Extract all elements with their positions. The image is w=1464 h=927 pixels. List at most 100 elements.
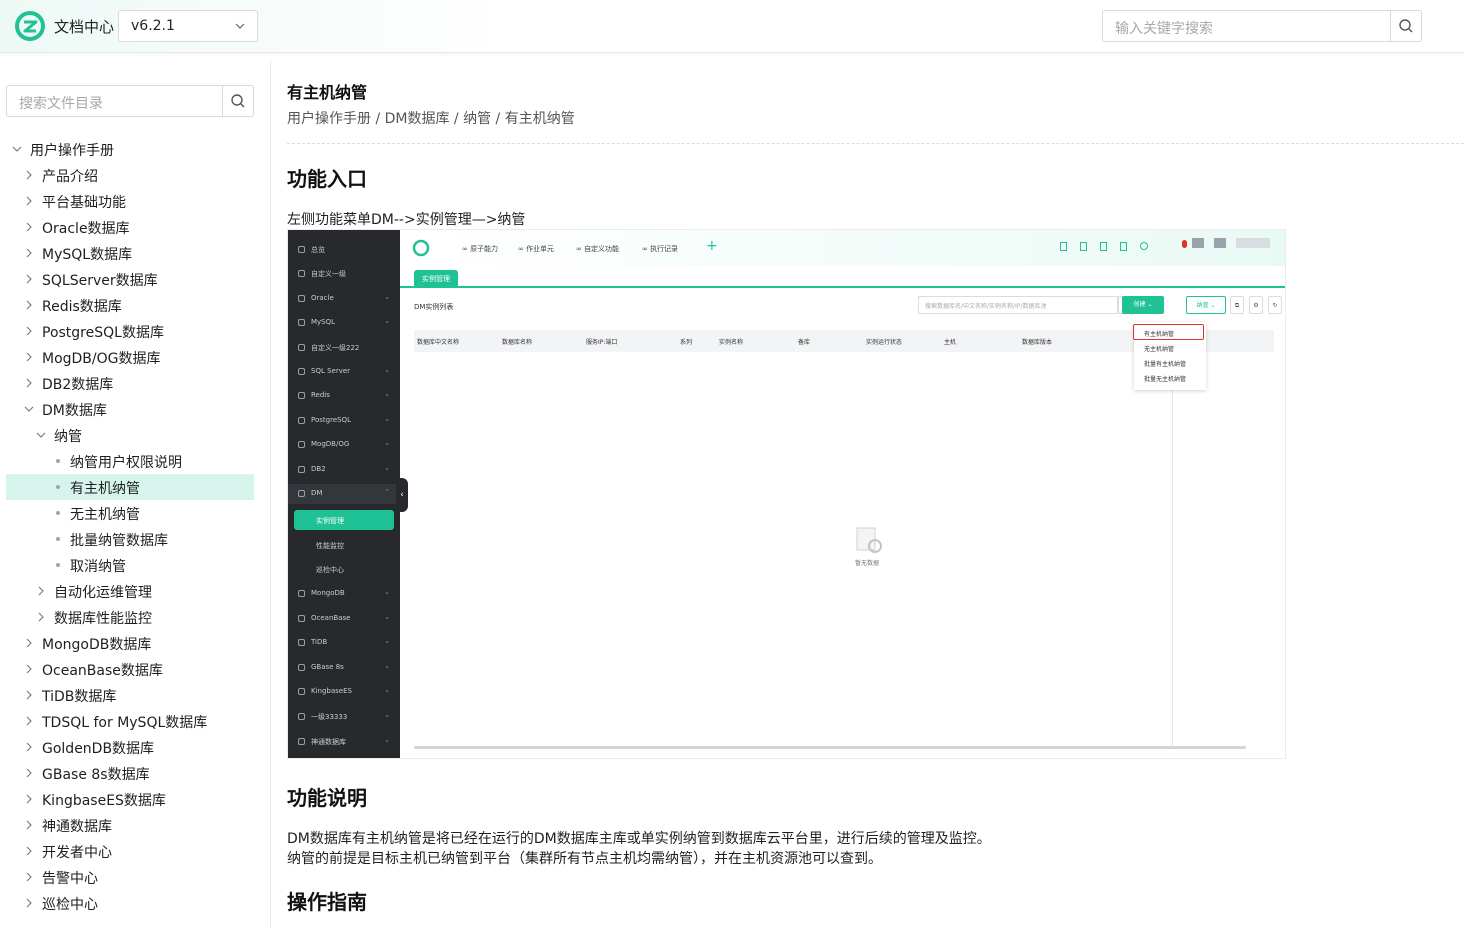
chevron-right-icon[interactable] (24, 768, 34, 778)
bullet-icon (56, 537, 60, 541)
tree-node[interactable]: PostgreSQL数据库 (6, 318, 254, 344)
shot-menu-item: SQL Server ⌄ (288, 362, 400, 382)
tree-node[interactable]: 平台基础功能 (6, 188, 254, 214)
shot-menu-item: MySQL ⌄ (288, 313, 400, 333)
chevron-right-icon[interactable] (24, 378, 34, 388)
global-search-button[interactable] (1390, 11, 1421, 41)
tree-node[interactable]: SQLServer数据库 (6, 266, 254, 292)
shot-tab-instance: 实例管理 (414, 270, 458, 288)
tree-node[interactable]: 巡检中心 (6, 890, 254, 916)
chevron-down-icon[interactable] (24, 404, 34, 414)
chevron-right-icon[interactable] (36, 586, 46, 596)
tree-node[interactable]: 产品介绍 (6, 162, 254, 188)
doc-tree: 用户操作手册 产品介绍 平台基础功能 Oracle数据库 MySQL数据库 SQLServ… (6, 136, 254, 916)
chevron-right-icon[interactable] (24, 872, 34, 882)
tree-node-label: DB2数据库 (42, 377, 114, 393)
tree-node-label: 开发者中心 (42, 845, 112, 861)
menu-icon (298, 319, 305, 327)
tree-node[interactable]: OceanBase数据库 (6, 656, 254, 682)
menu-icon (298, 663, 305, 671)
tree-node[interactable]: MongoDB数据库 (6, 630, 254, 656)
tree-node[interactable]: 神通数据库 (6, 812, 254, 838)
shot-submenu-item: 巡检中心 (294, 559, 394, 579)
embedded-screenshot: 总览 自定义一级 Oracle ⌄ MySQL ⌄ 自定义一级222 SQL Server ⌄ R… (287, 229, 1286, 759)
tree-search-button[interactable] (222, 86, 253, 116)
chevron-down-icon: ⌄ (384, 686, 390, 695)
shot-copy-icon: ⧉ (1230, 296, 1244, 314)
tree-node-label: 无主机纳管 (70, 507, 140, 523)
tree-node[interactable]: 数据库性能监控 (6, 604, 254, 630)
tree-node[interactable]: TDSQL for MySQL数据库 (6, 708, 254, 734)
tree-node[interactable]: DM数据库 (6, 396, 254, 422)
chevron-right-icon[interactable] (24, 170, 34, 180)
chevron-right-icon[interactable] (24, 898, 34, 908)
tree-node[interactable]: 纳管 (6, 422, 254, 448)
tree-node[interactable]: 开发者中心 (6, 838, 254, 864)
menu-icon (298, 688, 305, 696)
tree-node[interactable]: 有主机纳管 (6, 474, 254, 500)
global-search-input[interactable]: 输入关键字搜索 (1102, 10, 1422, 42)
shot-topbar: ∞ 原子能力 ∞ 作业单元 ∞ 自定义功能 ∞ 执行记录 + (400, 230, 1285, 266)
tree-node-label: 自动化运维管理 (54, 585, 152, 601)
chevron-right-icon[interactable] (24, 352, 34, 362)
tree-node-label: GoldenDB数据库 (42, 741, 155, 757)
shot-menu-label: PostgreSQL (311, 415, 351, 424)
chevron-right-icon[interactable] (24, 846, 34, 856)
tree-node[interactable]: Oracle数据库 (6, 214, 254, 240)
tree-node[interactable]: Redis数据库 (6, 292, 254, 318)
shot-col: 系列 (680, 339, 693, 346)
chevron-right-icon[interactable] (24, 716, 34, 726)
tree-node[interactable]: 自动化运维管理 (6, 578, 254, 604)
tree-node[interactable]: 无主机纳管 (6, 500, 254, 526)
tree-node[interactable]: GoldenDB数据库 (6, 734, 254, 760)
chevron-right-icon[interactable] (24, 664, 34, 674)
tree-node[interactable]: MySQL数据库 (6, 240, 254, 266)
tree-search-input[interactable]: 搜索文件目录 (6, 85, 254, 117)
shot-menu-label: TiDB (311, 638, 328, 647)
shot-main: DM实例列表 搜索数据库名/中文名称/实例名称/IP/数据库池 ⌕ 创建 ⌄ 纳… (400, 290, 1285, 758)
chevron-right-icon[interactable] (24, 638, 34, 648)
tree-node-label: MogDB/OG数据库 (42, 351, 161, 367)
tree-node-label: 取消纳管 (70, 559, 126, 575)
tree-node[interactable]: DB2数据库 (6, 370, 254, 396)
logo-icon[interactable] (14, 11, 46, 41)
chevron-down-icon[interactable] (36, 430, 46, 440)
brand-title[interactable]: 文档中心 (54, 16, 114, 37)
shot-menu-item: 神通数据库 ⌄ (288, 732, 400, 752)
tree-node[interactable]: 取消纳管 (6, 552, 254, 578)
tree-node[interactable]: GBase 8s数据库 (6, 760, 254, 786)
tree-node-label: MySQL数据库 (42, 247, 133, 263)
chevron-down-icon: ⌄ (384, 414, 390, 423)
shot-logo-icon (412, 239, 430, 257)
version-select[interactable]: v6.2.1 (118, 10, 258, 42)
shot-tabbar: 实例管理 (400, 266, 1285, 288)
menu-icon (298, 712, 305, 720)
tree-node-label: GBase 8s数据库 (42, 767, 150, 783)
shot-menu-item: 自定义一级 (288, 264, 400, 284)
chevron-right-icon[interactable] (24, 196, 34, 206)
bullet-icon (56, 485, 60, 489)
chevron-down-icon[interactable] (12, 144, 22, 154)
chevron-right-icon[interactable] (24, 300, 34, 310)
menu-icon (298, 416, 305, 424)
tree-node[interactable]: 告警中心 (6, 864, 254, 890)
chevron-right-icon[interactable] (24, 794, 34, 804)
shot-menu-item: KingbaseES ⌄ (288, 682, 400, 702)
shot-menu-label: 自定义一级222 (311, 343, 360, 352)
chevron-right-icon[interactable] (24, 222, 34, 232)
chevron-right-icon[interactable] (24, 326, 34, 336)
tree-node[interactable]: MogDB/OG数据库 (6, 344, 254, 370)
chevron-right-icon[interactable] (36, 612, 46, 622)
chevron-right-icon[interactable] (24, 690, 34, 700)
menu-icon (298, 368, 305, 375)
chevron-right-icon[interactable] (24, 274, 34, 284)
tree-node[interactable]: KingbaseES数据库 (6, 786, 254, 812)
tree-node[interactable]: TiDB数据库 (6, 682, 254, 708)
chevron-right-icon[interactable] (24, 820, 34, 830)
chevron-right-icon[interactable] (24, 248, 34, 258)
chevron-right-icon[interactable] (24, 742, 34, 752)
tree-node[interactable]: 纳管用户权限说明 (6, 448, 254, 474)
shot-col: 服务IP:端口 (586, 339, 618, 346)
tree-node[interactable]: 用户操作手册 (6, 136, 254, 162)
tree-node[interactable]: 批量纳管数据库 (6, 526, 254, 552)
